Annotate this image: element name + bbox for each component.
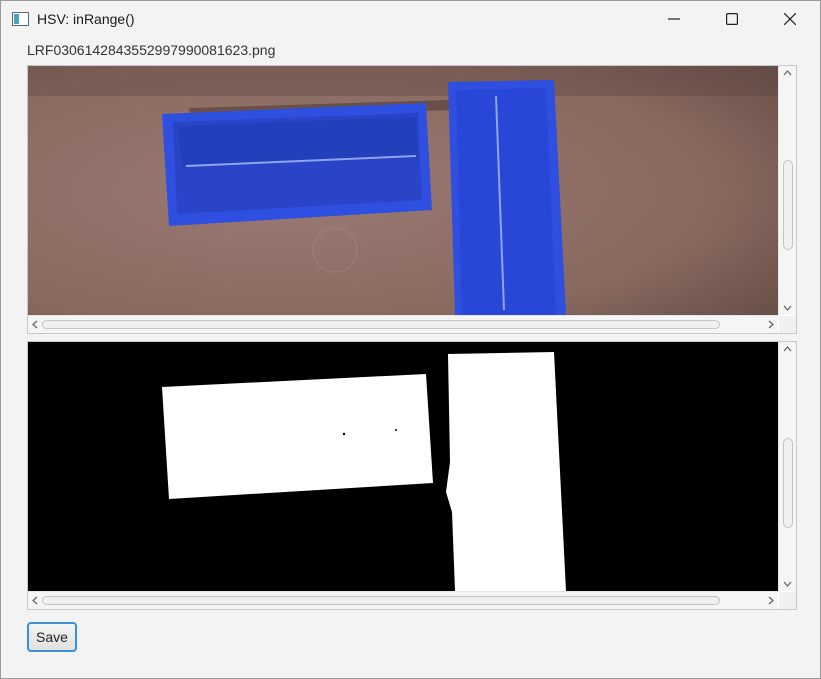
close-icon	[784, 13, 796, 25]
app-window: HSV: inRange() LRF0306142843552997990081…	[0, 0, 821, 679]
maximize-button[interactable]	[703, 1, 761, 37]
original-image-viewport[interactable]	[28, 66, 778, 315]
mask-image-pane	[27, 341, 797, 610]
scroll-left-icon[interactable]	[28, 316, 42, 333]
mask-blob-vertical	[446, 352, 566, 591]
window-title: HSV: inRange()	[37, 11, 135, 27]
close-button[interactable]	[761, 1, 819, 37]
title-bar[interactable]: HSV: inRange()	[1, 1, 820, 37]
original-horizontal-scrollbar[interactable]	[28, 315, 778, 333]
app-icon	[12, 12, 29, 26]
vertical-scroll-thumb[interactable]	[783, 160, 793, 250]
original-vertical-scrollbar[interactable]	[778, 66, 796, 315]
scroll-right-icon[interactable]	[764, 592, 778, 609]
scroll-left-icon[interactable]	[28, 592, 42, 609]
scroll-up-icon[interactable]	[779, 66, 796, 80]
minimize-icon	[668, 18, 680, 20]
scroll-up-icon[interactable]	[779, 342, 796, 356]
horizontal-scroll-thumb[interactable]	[42, 596, 720, 605]
mask-image	[28, 342, 778, 591]
minimize-button[interactable]	[645, 1, 703, 37]
scroll-down-icon[interactable]	[779, 301, 796, 315]
scroll-right-icon[interactable]	[764, 316, 778, 333]
scroll-corner	[779, 592, 796, 609]
save-button[interactable]: Save	[27, 622, 77, 652]
original-image-pane	[27, 65, 797, 334]
image-filename: LRF03061428435529979900816​23.png	[27, 42, 276, 58]
mask-blob-horizontal	[162, 374, 433, 499]
mask-horizontal-scrollbar[interactable]	[28, 591, 778, 609]
original-image	[28, 66, 778, 315]
vertical-scroll-thumb[interactable]	[783, 438, 793, 528]
mask-vertical-scrollbar[interactable]	[778, 342, 796, 591]
maximize-icon	[726, 13, 738, 25]
scroll-corner	[779, 316, 796, 333]
horizontal-scroll-thumb[interactable]	[42, 320, 720, 329]
scroll-down-icon[interactable]	[779, 577, 796, 591]
mask-image-viewport[interactable]	[28, 342, 778, 591]
